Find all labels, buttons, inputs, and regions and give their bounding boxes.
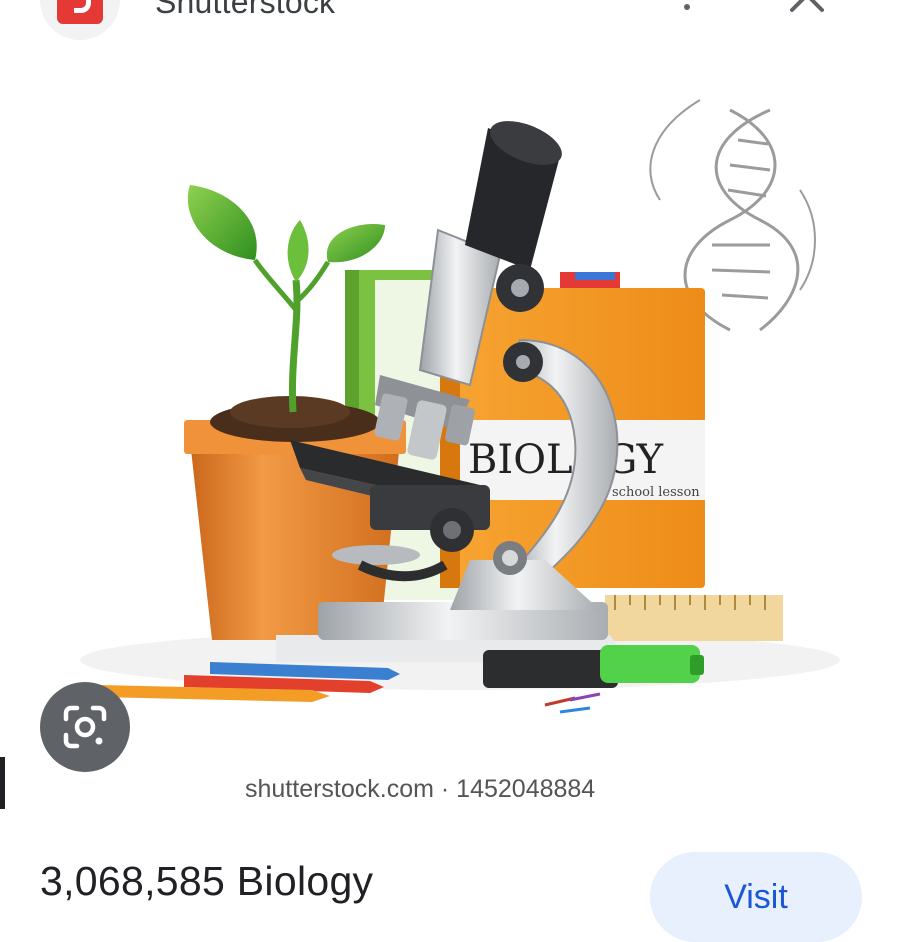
shutterstock-logo-icon (57, 0, 103, 24)
site-favicon (40, 0, 120, 40)
close-icon[interactable] (786, 0, 828, 16)
image-preview[interactable]: BIOLOGY school lesson shutterstock.com ·… (0, 40, 900, 810)
google-lens-icon (63, 705, 107, 749)
visit-button[interactable]: Visit (650, 852, 862, 942)
result-title: 3,068,585 Biology (40, 858, 374, 904)
pins (544, 692, 601, 714)
more-vert-icon[interactable] (676, 0, 698, 20)
site-name: Shutterstock (155, 0, 336, 20)
visit-button-label: Visit (724, 878, 788, 916)
book-subtitle: school lesson (612, 485, 700, 500)
book-title: BIOLOGY (468, 437, 664, 483)
top-bar: Shutterstock (0, 0, 900, 40)
biology-illustration: BIOLOGY school lesson shutterstock.com ·… (80, 99, 840, 803)
highlighter (483, 645, 704, 688)
image-caption: shutterstock.com · 1452048884 (245, 775, 595, 803)
google-lens-button[interactable] (40, 682, 130, 772)
edge-indicator (0, 757, 5, 809)
